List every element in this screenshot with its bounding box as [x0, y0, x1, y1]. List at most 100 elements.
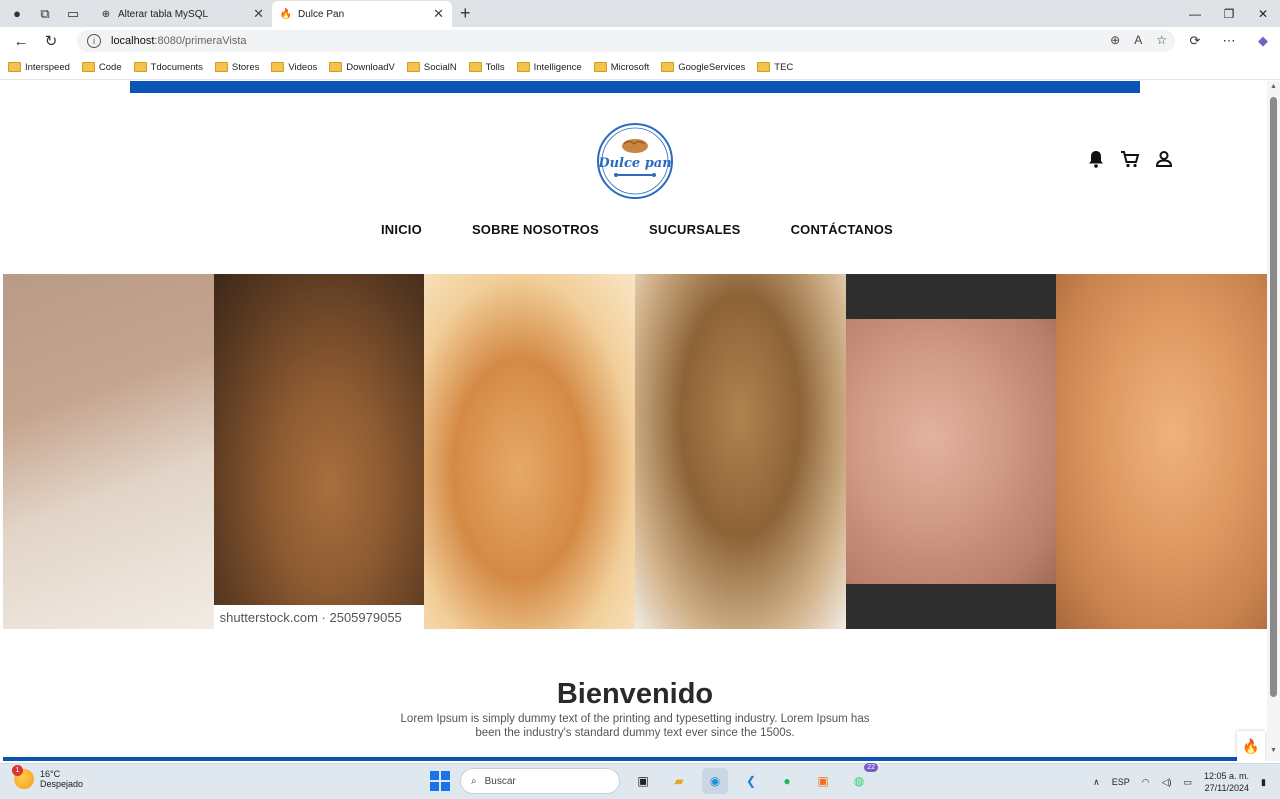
more-menu-icon[interactable]: ⋯ — [1212, 33, 1246, 49]
tab-alterar-tabla[interactable]: ⊕ Alterar tabla MySQL ✕ — [92, 1, 272, 27]
gallery-image-pan-de-muerto — [1056, 274, 1267, 629]
back-icon[interactable]: ← — [6, 27, 36, 55]
favorite-star-icon[interactable]: ☆ — [1156, 33, 1167, 47]
page-scrollbar[interactable]: ▲ ▼ — [1267, 81, 1280, 761]
language-indicator[interactable]: ESP — [1112, 777, 1130, 787]
weather-sun-icon: 1 — [12, 765, 34, 789]
address-bar-row: ← ↻ i localhost:8080/primeraVista ⊕ A ☆ … — [0, 27, 1280, 55]
bookmark-item[interactable]: Microsoft — [593, 62, 649, 73]
close-window-icon[interactable]: ✕ — [1246, 0, 1280, 27]
image-watermark: shutterstock.com · 2505979055 — [213, 605, 425, 629]
menu-item-sucursales[interactable]: SUCURSALES — [649, 222, 741, 237]
floating-flame-icon[interactable]: 🔥 — [1237, 731, 1265, 761]
bookmarks-bar: Interspeed Code Tdocuments Stores Videos Down… — [0, 55, 1280, 80]
minimize-icon[interactable]: — — [1178, 0, 1212, 27]
close-tab-icon[interactable]: ✕ — [253, 6, 264, 22]
clock[interactable]: 12:05 a. m. 27/11/2024 — [1204, 770, 1249, 794]
read-aloud-icon[interactable]: A — [1134, 33, 1142, 47]
zoom-icon[interactable]: ⊕ — [1110, 33, 1120, 47]
url-path: :8080/primeraVista — [154, 35, 247, 47]
address-bar[interactable]: i localhost:8080/primeraVista ⊕ A ☆ — [77, 30, 1175, 52]
main-menu: INICIO SOBRE NOSOTROS SUCURSALES CONTÁCT… — [381, 222, 893, 237]
gallery-image-brioche — [424, 274, 636, 629]
bookmark-item[interactable]: SocialN — [406, 61, 457, 73]
scroll-thumb[interactable] — [1270, 97, 1277, 697]
bookmark-label: SocialN — [423, 61, 457, 73]
new-tab-button[interactable]: + — [460, 3, 471, 24]
whatsapp-icon[interactable]: ◍ 22 — [846, 763, 878, 794]
cart-icon[interactable] — [1120, 149, 1140, 169]
menu-item-inicio[interactable]: INICIO — [381, 222, 422, 237]
folder-icon — [406, 62, 420, 72]
clock-time: 12:05 a. m. — [1204, 771, 1250, 781]
menu-item-contactanos[interactable]: CONTÁCTANOS — [791, 222, 893, 237]
folder-icon — [516, 62, 530, 72]
dulce-pan-logo[interactable]: Dulce pan — [596, 122, 674, 200]
tab-dulce-pan[interactable]: 🔥 Dulce Pan ✕ — [272, 1, 452, 27]
bookmark-item[interactable]: Interspeed — [8, 62, 70, 73]
web-page: Dulce pan INICIO SOBRE NOSOTROS SUCURSAL… — [3, 81, 1267, 761]
extensions-icon[interactable]: ⟳ — [1178, 33, 1212, 49]
bookmark-item[interactable]: Videos — [271, 62, 317, 73]
notification-icon[interactable]: ▮ — [1261, 777, 1266, 788]
start-icon[interactable] — [430, 771, 450, 791]
bookmark-item[interactable]: DownloadV — [329, 62, 395, 73]
network-icon[interactable]: ◠ — [1142, 777, 1150, 788]
copilot-icon[interactable]: ◆ — [1246, 33, 1280, 49]
folder-icon — [593, 62, 607, 72]
tab-title: Alterar tabla MySQL — [118, 8, 209, 20]
vscode-icon[interactable]: ❮ — [738, 768, 764, 794]
chevron-up-icon[interactable]: ∧ — [1093, 777, 1100, 788]
refresh-icon[interactable]: ↻ — [36, 27, 66, 55]
folder-icon — [133, 62, 147, 72]
bookmark-label: DownloadV — [346, 61, 395, 73]
window-controls: — ❐ ✕ — [1178, 0, 1280, 27]
bookmark-label: Tolls — [485, 61, 505, 73]
bookmark-item[interactable]: GoogleServices — [661, 62, 745, 73]
gallery-image-kneading — [3, 274, 214, 629]
browser-tab-strip: ● ⧉ ▭ ⊕ Alterar tabla MySQL ✕ 🔥 Dulce Pa… — [0, 0, 1280, 27]
close-tab-icon[interactable]: ✕ — [433, 6, 444, 22]
restore-icon[interactable]: ❐ — [1212, 0, 1246, 27]
bookmark-item[interactable]: TEC — [757, 62, 793, 73]
bread-gallery: shutterstock.com · 2505979055 — [3, 274, 1267, 629]
file-explorer-icon[interactable]: ▰ — [666, 768, 692, 794]
profile-icon[interactable]: ● — [6, 3, 28, 25]
system-tray: ∧ ESP ◠ ◁) ▭ 12:05 a. m. 27/11/2024 ▮ — [1093, 770, 1266, 794]
taskbar-search[interactable]: ⌕ Buscar — [460, 768, 620, 794]
bookmark-item[interactable]: Stores — [214, 61, 260, 73]
scroll-up-icon[interactable]: ▲ — [1267, 83, 1280, 95]
folder-icon — [329, 62, 343, 72]
folder-icon — [214, 62, 228, 72]
xampp-icon[interactable]: ▣ — [810, 768, 836, 794]
bookmark-label: Interspeed — [25, 61, 70, 73]
bookmark-item[interactable]: Tolls — [468, 61, 505, 73]
battery-icon[interactable]: ▭ — [1184, 777, 1193, 788]
search-placeholder: Buscar — [484, 775, 516, 787]
folder-icon — [468, 62, 482, 72]
scroll-down-icon[interactable]: ▼ — [1267, 747, 1280, 759]
menu-item-sobre-nosotros[interactable]: SOBRE NOSOTROS — [472, 222, 599, 237]
tab-favicon-icon: ⊕ — [101, 8, 111, 20]
bell-icon[interactable] — [1086, 149, 1106, 169]
weather-widget[interactable]: 1 16°C Despejado — [12, 765, 83, 789]
volume-icon[interactable]: ◁) — [1162, 777, 1172, 788]
spotify-icon[interactable]: ● — [774, 768, 800, 794]
whatsapp-badge: 22 — [864, 763, 878, 772]
bookmark-label: Tdocuments — [150, 61, 203, 73]
edge-icon[interactable]: ◉ — [702, 768, 728, 794]
vertical-tabs-icon[interactable]: ▭ — [62, 3, 84, 25]
bookmark-item[interactable]: Intelligence — [516, 61, 582, 73]
workspaces-icon[interactable]: ⧉ — [34, 3, 56, 25]
top-blue-band — [130, 81, 1140, 93]
task-view-icon[interactable]: ▣ — [630, 768, 656, 794]
bookmark-item[interactable]: Code — [81, 62, 122, 73]
bookmark-label: Stores — [231, 61, 260, 73]
user-icon[interactable] — [1154, 149, 1174, 169]
gallery-image-seeded-loaves — [635, 274, 846, 629]
folder-icon — [271, 62, 285, 72]
gallery-image-rustic-loaf: shutterstock.com · 2505979055 — [213, 274, 425, 629]
site-info-icon[interactable]: i — [87, 34, 101, 48]
bookmark-label: Intelligence — [533, 61, 582, 73]
bookmark-item[interactable]: Tdocuments — [133, 61, 203, 73]
